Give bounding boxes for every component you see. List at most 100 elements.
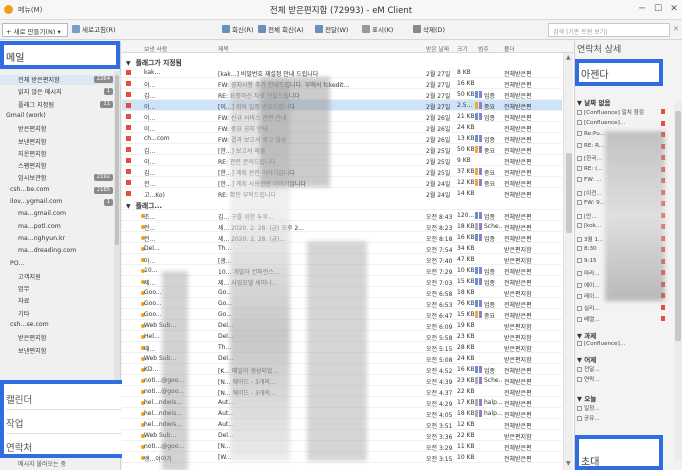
flag-icon[interactable]: [661, 120, 665, 126]
message-row[interactable]: 이...FW: 중요 공지 안내2월 26일24 KB전체받은편: [122, 122, 562, 133]
checkbox-icon[interactable]: [577, 367, 582, 372]
collapse-triangle-icon[interactable]: ▼: [126, 203, 131, 210]
message-row[interactable]: 조...김... 구를 위한 두루...오전 8:43120...업종전체받은편: [122, 210, 562, 221]
folder-item[interactable]: 임시보관함 2192: [0, 173, 121, 183]
folder-item[interactable]: 플래그 지정됨 11: [0, 100, 121, 110]
contact-detail-header[interactable]: 연락처 상세: [577, 42, 681, 55]
mark-button[interactable]: 표시(K): [362, 24, 393, 36]
folder-item[interactable]: 업무: [0, 284, 121, 294]
message-row[interactable]: 김...[한...] 보고서 제출2월 25일50 KB중요전체받은편: [122, 144, 562, 155]
folder-item[interactable]: 받은편지함: [0, 124, 121, 134]
scroll-down-icon[interactable]: ▼: [566, 460, 571, 467]
folder-item[interactable]: 고객지원: [0, 272, 121, 282]
flag-icon[interactable]: [661, 316, 665, 321]
checkbox-icon[interactable]: [577, 282, 582, 288]
scrollbar-thumb[interactable]: [675, 111, 681, 341]
folder-item[interactable]: 자료: [0, 296, 121, 306]
group-flagged[interactable]: ▼ 플래그가 지정됨: [122, 55, 562, 67]
agenda-item[interactable]: 배열...: [577, 315, 665, 324]
checkbox-icon[interactable]: [577, 190, 582, 196]
flag-icon[interactable]: [126, 103, 131, 108]
checkbox-icon[interactable]: [577, 165, 582, 171]
flag-icon[interactable]: [126, 114, 131, 119]
checkbox-icon[interactable]: [577, 317, 582, 322]
checkbox-icon[interactable]: [577, 213, 582, 219]
flag-icon[interactable]: [661, 304, 665, 310]
flag-icon[interactable]: [126, 136, 131, 141]
agenda-header[interactable]: 아젠다: [575, 59, 663, 86]
checkbox-icon[interactable]: [577, 246, 582, 251]
flag-icon[interactable]: [126, 191, 131, 196]
folder-item[interactable]: 보낸편지함: [0, 137, 121, 147]
folder-item[interactable]: PO...: [0, 260, 121, 270]
checkbox-icon[interactable]: [577, 177, 582, 182]
message-row[interactable]: 김...RE: 요청하신 자료 전달드립니다2월 27일50 KB업종전체받은편: [122, 89, 562, 100]
flag-icon[interactable]: [126, 180, 131, 185]
delete-button[interactable]: 삭제(D): [413, 24, 445, 36]
folder-item[interactable]: ma...gmail.com: [0, 210, 121, 220]
search-clear-icon[interactable]: ✕: [673, 25, 679, 33]
checkbox-icon[interactable]: [577, 294, 582, 299]
group-no-date[interactable]: ▼ 날짜 없음: [577, 97, 610, 107]
column-date[interactable]: 받은 날짜: [426, 44, 449, 53]
checkbox-icon[interactable]: [577, 257, 582, 263]
folder-item[interactable]: 읽지 않은 메시지 1: [0, 87, 121, 97]
folder-item[interactable]: csh...se.com: [0, 321, 121, 331]
folder-item[interactable]: ma...nghyun.kr: [0, 235, 121, 245]
folder-item[interactable]: 기타: [0, 309, 121, 319]
flag-icon[interactable]: [126, 81, 131, 86]
group-other[interactable]: ▼ 플래그...: [122, 198, 562, 210]
close-icon[interactable]: ✕: [668, 4, 680, 14]
flag-icon[interactable]: [126, 125, 131, 130]
checkbox-icon[interactable]: [577, 142, 582, 148]
folder-item[interactable]: ma...potl.com: [0, 223, 121, 233]
folder-item[interactable]: ilov...ygmail.com 1: [0, 198, 121, 208]
message-row[interactable]: 김...[한...] 계획 관련 이야기입니다2월 25일37 KB중요전체받은…: [122, 166, 562, 177]
flag-icon[interactable]: [126, 158, 131, 163]
flag-icon[interactable]: [126, 70, 131, 75]
message-row[interactable]: 이...[이...] 회의 일정 공유드립니다2월 27일2.5...중요전체받…: [122, 100, 562, 111]
checkbox-icon[interactable]: [577, 236, 582, 242]
folder-item[interactable]: 전체 받은편지함 2264: [0, 75, 121, 85]
checkbox-icon[interactable]: [577, 377, 582, 382]
column-category[interactable]: 범주: [478, 44, 489, 53]
agenda-item[interactable]: 일정...: [577, 404, 665, 413]
checkbox-icon[interactable]: [577, 416, 582, 421]
folder-item[interactable]: Gmail (work): [0, 112, 121, 122]
agenda-item[interactable]: [Confluence]...: [577, 119, 665, 129]
checkbox-icon[interactable]: [577, 156, 582, 161]
checkbox-icon[interactable]: [577, 223, 582, 228]
message-row[interactable]: kak... [kak...] 비밀번호 재설정 안내 드립니다 2월 27일 8 K…: [122, 67, 562, 78]
checkbox-icon[interactable]: [577, 271, 582, 276]
folder-item[interactable]: ma...dreading.com: [0, 247, 121, 257]
agenda-item[interactable]: [Confluence] 일치 점검: [577, 108, 665, 117]
folder-item[interactable]: 스팸편지함: [0, 161, 121, 171]
mail-section-header[interactable]: 메일: [0, 41, 120, 69]
scrollbar-thumb[interactable]: [115, 75, 119, 245]
refresh-button[interactable]: 새로고침(R): [72, 24, 116, 36]
column-from[interactable]: 보낸 사람: [144, 44, 167, 53]
flag-icon[interactable]: [126, 147, 131, 152]
message-row[interactable]: 전...[한...] 계획 사용관련 이야기입니다2월 24일12 KB중요전체…: [122, 177, 562, 188]
checkbox-icon[interactable]: [577, 341, 582, 346]
group-yesterday[interactable]: ▼ 어제: [577, 354, 596, 364]
forward-button[interactable]: 전달(W): [315, 24, 348, 36]
flag-icon[interactable]: [126, 169, 131, 174]
folder-item[interactable]: 받은편지함: [0, 333, 121, 343]
message-row[interactable]: 이...FW: 신규 서비스 관련 안내2월 26일21 KB업종전체받은편: [122, 111, 562, 122]
flag-icon[interactable]: [661, 109, 665, 114]
nav-contacts[interactable]: 연락처: [6, 434, 124, 458]
checkbox-icon[interactable]: [577, 110, 582, 115]
message-row[interactable]: 전...세... 2020. 2. 28. (금) 오후 2...오전 8:23…: [122, 221, 562, 232]
group-today[interactable]: ▼ 오늘: [577, 393, 596, 403]
agenda-item[interactable]: 실리...: [577, 304, 665, 313]
agenda-item[interactable]: 연락...: [577, 375, 665, 384]
search-input[interactable]: 검색 (기존 트윈 보기): [548, 23, 670, 37]
agenda-item[interactable]: 공유...: [577, 414, 665, 423]
folder-item[interactable]: 보낸편지함: [0, 346, 121, 356]
checkbox-icon[interactable]: [577, 131, 582, 136]
nav-calendar[interactable]: 캘린더: [6, 386, 124, 410]
reply-all-button[interactable]: 전체 회신(A): [258, 24, 304, 36]
column-folder[interactable]: 폴더: [504, 44, 515, 53]
scrollbar-thumb[interactable]: [566, 153, 572, 233]
